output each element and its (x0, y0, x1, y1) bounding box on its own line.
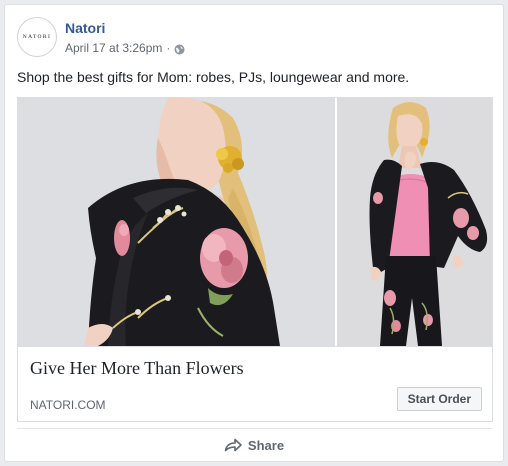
link-domain: NATORI.COM (30, 398, 106, 412)
link-preview[interactable]: Give Her More Than Flowers NATORI.COM St… (18, 346, 492, 421)
post-meta: April 17 at 3:26pm · (65, 40, 185, 56)
share-arrow-icon (224, 438, 242, 452)
page-name-link[interactable]: Natori (65, 19, 105, 37)
meta-separator: · (166, 41, 171, 55)
start-order-button[interactable]: Start Order (396, 387, 482, 411)
ad-photo[interactable] (18, 98, 492, 346)
globe-icon (174, 43, 185, 54)
avatar-logo-text: NATORI (22, 34, 52, 40)
share-label: Share (247, 437, 285, 453)
page-avatar[interactable]: NATORI (17, 17, 57, 57)
post-message: Shop the best gifts for Mom: robes, PJs,… (17, 69, 410, 85)
link-headline[interactable]: Give Her More Than Flowers (30, 357, 244, 379)
post-timestamp[interactable]: April 17 at 3:26pm (65, 40, 162, 56)
post-card: NATORI Natori April 17 at 3:26pm · Shop … (4, 4, 504, 462)
share-button[interactable]: Share (5, 429, 503, 461)
link-attachment[interactable]: Give Her More Than Flowers NATORI.COM St… (17, 97, 493, 422)
